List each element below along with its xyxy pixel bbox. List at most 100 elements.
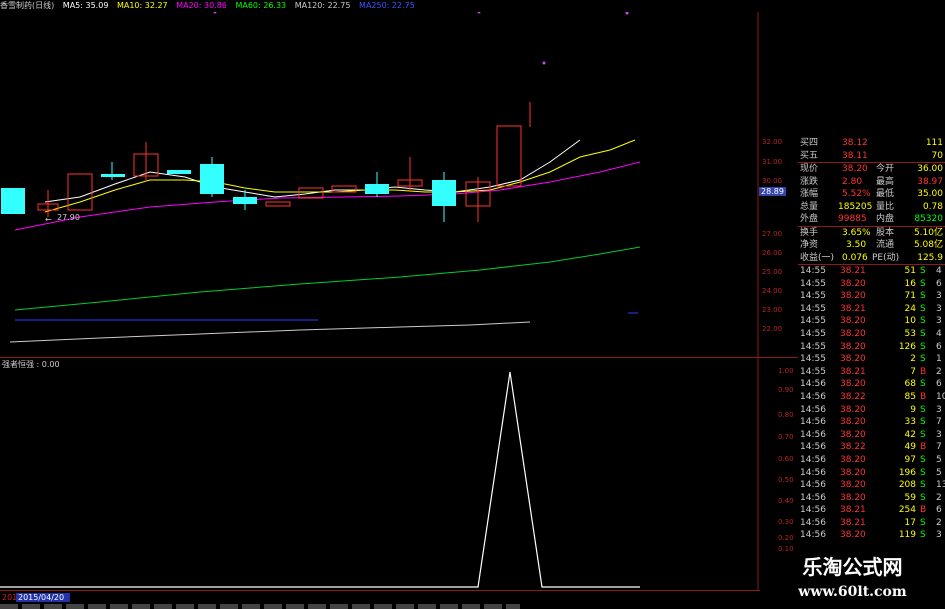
trade-volume: 24 xyxy=(904,303,916,314)
trade-row: 14:56 38.22 49 B 7 xyxy=(798,441,945,454)
trade-time: 14:56 xyxy=(800,480,826,491)
trade-volume: 49 xyxy=(904,442,916,453)
trade-price: 38.20 xyxy=(840,379,866,390)
trade-price: 38.21 xyxy=(840,366,866,377)
trade-price: 38.20 xyxy=(840,530,866,541)
current-price-tag: 28.89 xyxy=(759,187,786,196)
quote-label: 涨幅 xyxy=(800,189,819,199)
quote-value: 2.80 xyxy=(842,176,863,187)
quote-label-2: 量比 xyxy=(876,201,895,212)
watermark-title: 乐淘公式网 xyxy=(802,555,903,579)
trade-row: 14:56 38.20 97 S 5 xyxy=(798,454,945,467)
trade-time: 14:56 xyxy=(800,417,826,428)
trade-price: 38.20 xyxy=(840,328,866,339)
ma20-value: MA20: 30.86 xyxy=(176,1,227,10)
indicator-header: 香雪制药(日线) MA5: 35.09 MA10: 32.27 MA20: 30… xyxy=(0,0,760,12)
trade-volume: 126 xyxy=(898,341,916,352)
quote-label: 总量 xyxy=(800,201,819,212)
trade-row: 14:56 38.22 85 B 10 xyxy=(798,391,945,404)
tab-strip[interactable] xyxy=(0,604,520,609)
quote-label-2: 流通 xyxy=(876,240,895,250)
trade-time: 14:55 xyxy=(800,341,826,352)
trade-row: 14:56 38.20 68 S 6 xyxy=(798,378,945,391)
date-bar[interactable]: 201 2015/04/20 xyxy=(0,590,760,609)
quote-label: 收益(一) xyxy=(800,252,835,263)
quote-value: 3.50 xyxy=(846,240,867,250)
signal-dot xyxy=(625,12,629,15)
trade-volume: 68 xyxy=(904,379,916,390)
trade-side: S xyxy=(920,379,926,390)
quote-value: 99885 xyxy=(838,214,867,224)
indicator-axis-label: 0.20 xyxy=(778,534,794,542)
candle xyxy=(265,201,291,207)
date-label[interactable]: 2015/04/20 xyxy=(16,593,71,602)
date-bar-line xyxy=(0,590,760,591)
trade-volume: 17 xyxy=(904,517,916,528)
trade-row: 14:55 38.20 71 S 3 xyxy=(798,290,945,303)
trade-volume: 59 xyxy=(904,492,916,503)
candlestick-chart[interactable]: ← xyxy=(0,12,760,358)
trade-price: 38.21 xyxy=(840,517,866,528)
indicator-axis-label: 0.50 xyxy=(778,476,794,484)
price-label: 26.00 xyxy=(762,249,783,257)
quote-label: 现价 xyxy=(800,164,819,174)
signal-dot xyxy=(213,12,217,14)
signal-dot xyxy=(542,61,546,65)
trade-count: 5 xyxy=(936,454,942,465)
trade-list[interactable]: 14:55 38.21 51 S 4 14:55 38.20 16 S 6 14:55 38.20 71… xyxy=(798,265,945,542)
trade-volume: 7 xyxy=(910,366,916,377)
trade-volume: 53 xyxy=(904,328,916,339)
quote-value: 38.11 xyxy=(842,150,868,161)
trade-time: 14:55 xyxy=(800,278,826,289)
trade-count: 6 xyxy=(936,341,942,352)
quote-value-2: 125.9 xyxy=(917,252,943,263)
trade-side: S xyxy=(920,328,926,339)
trade-price: 38.20 xyxy=(840,341,866,352)
quote-label-2: PE(动) xyxy=(872,252,900,263)
price-label: 32.00 xyxy=(762,138,783,146)
quote-value-2: 36.00 xyxy=(917,164,943,174)
trade-side: S xyxy=(920,517,926,528)
trade-side: S xyxy=(920,530,926,541)
quote-value-2: 38.97 xyxy=(917,176,943,187)
trade-row: 14:55 38.20 53 S 4 xyxy=(798,328,945,341)
trade-count: 3 xyxy=(936,530,942,541)
trade-count: 7 xyxy=(936,442,942,453)
indicator-axis-label: 0.40 xyxy=(778,497,794,505)
trade-price: 38.22 xyxy=(840,442,866,453)
trade-time: 14:55 xyxy=(800,316,826,327)
trade-price: 38.22 xyxy=(840,391,866,402)
trade-side: S xyxy=(920,341,926,352)
price-label: 27.00 xyxy=(762,230,783,238)
trade-price: 38.20 xyxy=(840,291,866,302)
trade-volume: 51 xyxy=(904,266,916,276)
quote-row: 净资 3.50 流通 5.08亿 xyxy=(798,239,945,252)
quote-label: 涨跌 xyxy=(800,176,819,187)
ma10-value: MA10: 32.27 xyxy=(116,1,168,10)
quote-label-2: 最高 xyxy=(876,176,895,187)
quote-value: 3.65% xyxy=(842,227,871,238)
quote-label-2: 最低 xyxy=(876,189,895,199)
trade-side: S xyxy=(920,278,926,289)
ma5-value: MA5: 35.09 xyxy=(62,1,109,10)
trade-count: 4 xyxy=(936,266,942,276)
trade-time: 14:55 xyxy=(800,366,826,377)
stock-title[interactable]: 香雪制药(日线) xyxy=(0,1,54,10)
trade-time: 14:56 xyxy=(800,442,826,453)
trade-count: 2 xyxy=(936,517,942,528)
trade-time: 14:55 xyxy=(800,354,826,365)
ma60-line xyxy=(14,246,641,311)
trade-side: S xyxy=(920,316,926,327)
trade-count: 2 xyxy=(936,366,942,377)
quote-row: 涨跌 2.80 最高 38.97 xyxy=(798,176,945,189)
trade-time: 14:55 xyxy=(800,266,826,276)
trade-price: 38.20 xyxy=(840,278,866,289)
trade-side: B xyxy=(920,366,927,377)
trade-time: 14:56 xyxy=(800,454,826,465)
trade-price: 38.20 xyxy=(840,429,866,440)
indicator-chart[interactable] xyxy=(0,358,760,590)
trade-price: 38.21 xyxy=(840,266,866,276)
trade-row: 14:55 38.20 2 S 1 xyxy=(798,353,945,366)
price-label: 30.00 xyxy=(762,177,783,185)
price-label: 25.00 xyxy=(762,268,783,276)
